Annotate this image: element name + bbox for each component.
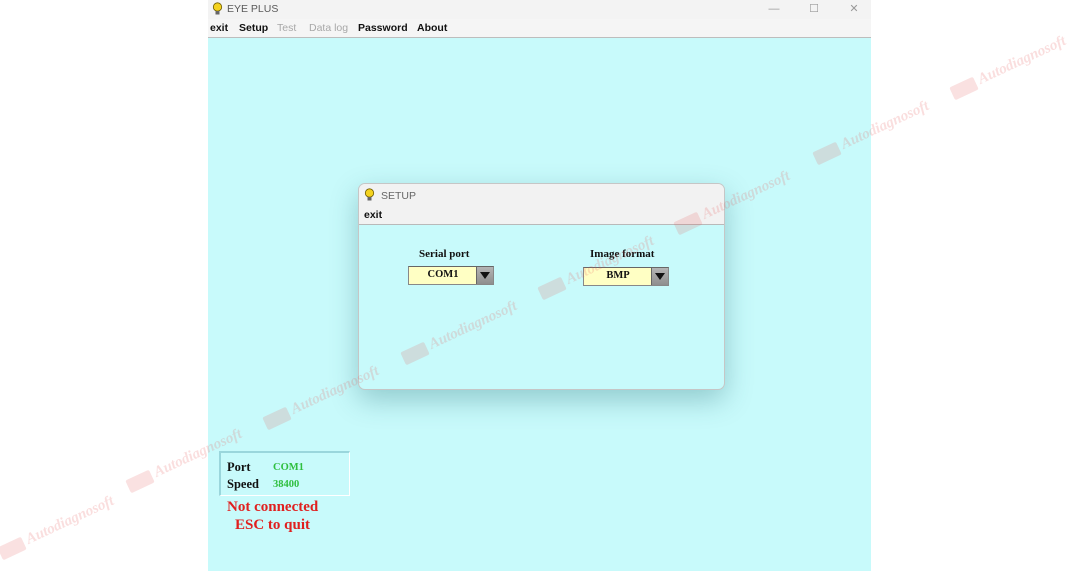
menu-setup[interactable]: Setup [239,22,268,34]
connection-status-panel: Port COM1 Speed 38400 [219,451,350,496]
serial-port-dropdown-button[interactable] [476,267,493,284]
connection-status-text: Not connected [227,499,319,515]
dialog-menu-bar: exit [359,207,724,225]
speed-value: 38400 [273,479,300,490]
window-title: EYE PLUS [227,3,279,15]
menu-exit[interactable]: exit [210,22,228,34]
lightbulb-icon [212,2,223,19]
close-button[interactable]: ✕ [834,0,871,19]
image-format-label: Image format [590,248,655,260]
image-format-value: BMP [606,270,630,281]
serial-port-value: COM1 [427,269,459,280]
triangle-down-icon [655,273,665,280]
watermark-logo-icon [949,76,979,100]
speed-label: Speed [227,477,259,491]
watermark-logo-icon [0,536,27,560]
menu-bar: exit Setup Test Data log Password About [208,19,871,38]
menu-password[interactable]: Password [358,22,408,34]
lightbulb-icon [364,188,375,205]
dialog-title-bar: SETUP [359,184,724,207]
minimize-button[interactable]: — [754,0,794,19]
image-format-dropdown-button[interactable] [651,268,668,285]
maximize-button[interactable]: ☐ [794,0,834,19]
dialog-menu-exit[interactable]: exit [364,209,382,221]
quit-hint-text: ESC to quit [235,517,311,533]
title-bar: EYE PLUS — ☐ ✕ [208,0,871,19]
port-label: Port [227,460,251,474]
watermark-logo-icon [125,469,155,493]
watermark: Autodiagnosoft [0,493,117,561]
watermark: Autodiagnosoft [948,33,1069,101]
serial-port-select[interactable]: COM1 [408,266,494,285]
port-value: COM1 [273,462,304,473]
image-format-select[interactable]: BMP [583,267,669,286]
eye-plus-window: EYE PLUS — ☐ ✕ exit Setup Test Data log … [208,0,871,571]
serial-port-label: Serial port [419,248,470,260]
triangle-down-icon [480,272,490,279]
setup-dialog: SETUP exit Serial port COM1 Image format… [358,183,725,390]
menu-data-log: Data log [309,22,349,34]
dialog-title: SETUP [381,190,417,202]
menu-about[interactable]: About [417,22,447,34]
menu-test: Test [277,22,297,34]
